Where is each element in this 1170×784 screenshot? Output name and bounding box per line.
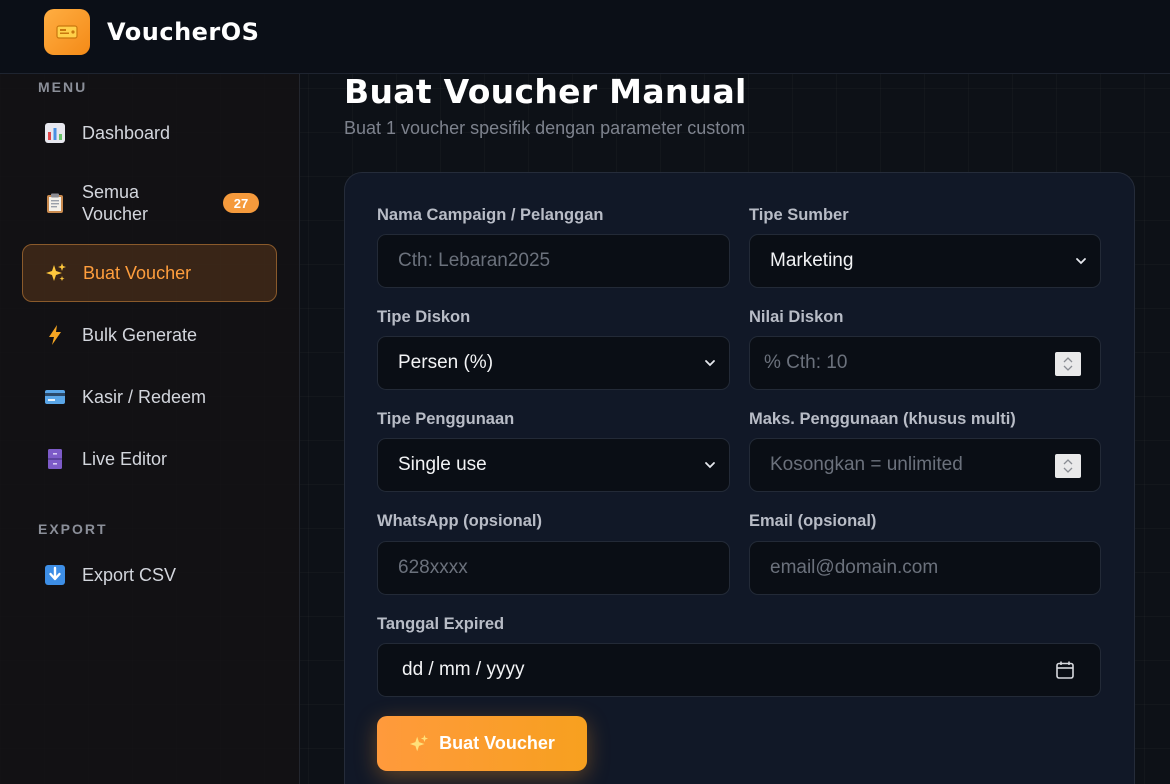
sidebar-item-cashier-redeem[interactable]: Kasir / Redeem	[22, 368, 277, 426]
campaign-label: Nama Campaign / Pelanggan	[377, 206, 604, 224]
app-logo[interactable]	[44, 9, 90, 55]
sidebar-item-all-vouchers[interactable]: Semua Voucher 27	[22, 174, 277, 232]
campaign-placeholder: Cth: Lebaran2025	[398, 250, 551, 271]
sidebar-item-label: Kasir / Redeem	[82, 387, 207, 407]
sidebar-item-label: Live Editor	[82, 449, 168, 469]
page-title: Buat Voucher Manual	[344, 72, 747, 111]
create-voucher-button-label: Buat Voucher	[439, 733, 555, 753]
lightning-icon	[44, 324, 66, 346]
whatsapp-input[interactable]: 628xxxx	[377, 541, 730, 595]
app-name: VoucherOS	[107, 18, 260, 46]
discount-type-label: Tipe Diskon	[377, 308, 471, 326]
chevron-up-icon[interactable]	[1063, 459, 1073, 465]
chevron-down-icon	[705, 462, 715, 469]
sidebar-item-export-csv[interactable]: Export CSV	[22, 546, 277, 604]
sidebar-item-label: Buat Voucher	[83, 263, 192, 283]
sidebar-item-dashboard[interactable]: Dashboard	[22, 104, 277, 162]
email-placeholder: email@domain.com	[770, 557, 939, 578]
source-type-value: Marketing	[770, 250, 854, 271]
ticket-icon	[56, 25, 78, 39]
usage-type-label: Tipe Penggunaan	[377, 410, 515, 428]
sidebar-item-label: Semua Voucher	[82, 182, 149, 224]
max-usage-label: Maks. Penggunaan (khusus multi)	[749, 410, 1016, 428]
sidebar-item-live-editor[interactable]: Live Editor	[22, 430, 277, 488]
campaign-input[interactable]: Cth: Lebaran2025	[377, 234, 730, 288]
page-subtitle: Buat 1 voucher spesifik dengan parameter…	[344, 118, 746, 138]
calendar-icon[interactable]	[1055, 660, 1075, 680]
expired-date-input[interactable]: dd / mm / yyyy	[377, 643, 1101, 697]
sidebar: MENU Dashboard Semua Voucher 27 Buat Vou…	[0, 74, 300, 784]
discount-value-label: Nilai Diskon	[749, 308, 844, 326]
source-type-select[interactable]: Marketing	[749, 234, 1101, 288]
chevron-down-icon[interactable]	[1063, 365, 1073, 371]
export-section-label: EXPORT	[38, 521, 108, 537]
number-stepper[interactable]	[1055, 352, 1081, 376]
discount-type-select[interactable]: Persen (%)	[377, 336, 730, 390]
file-cabinet-icon	[44, 448, 66, 470]
menu-section-label: MENU	[38, 79, 88, 95]
whatsapp-label: WhatsApp (opsional)	[377, 512, 542, 530]
email-label: Email (opsional)	[749, 512, 877, 530]
chevron-down-icon[interactable]	[1063, 467, 1073, 473]
voucher-count-badge: 27	[223, 193, 259, 213]
chevron-down-icon	[1076, 258, 1086, 265]
chevron-down-icon	[705, 360, 715, 367]
discount-type-value: Persen (%)	[398, 352, 494, 373]
usage-type-value: Single use	[398, 454, 487, 475]
whatsapp-placeholder: 628xxxx	[398, 557, 468, 578]
sparkles-icon	[409, 734, 429, 754]
usage-type-select[interactable]: Single use	[377, 438, 730, 492]
expired-date-label: Tanggal Expired	[377, 615, 505, 633]
sidebar-item-bulk-generate[interactable]: Bulk Generate	[22, 306, 277, 364]
download-arrow-icon	[44, 564, 66, 586]
max-usage-placeholder: Kosongkan = unlimited	[770, 454, 963, 475]
sidebar-item-create-voucher[interactable]: Buat Voucher	[22, 244, 277, 302]
max-usage-input[interactable]: Kosongkan = unlimited	[749, 438, 1101, 492]
discount-value-input[interactable]: % Cth: 10	[749, 336, 1101, 390]
sparkles-icon	[45, 262, 67, 284]
credit-card-icon	[44, 386, 66, 408]
top-bar: VoucherOS	[0, 0, 1170, 74]
number-stepper[interactable]	[1055, 454, 1081, 478]
chevron-up-icon[interactable]	[1063, 357, 1073, 363]
clipboard-icon	[44, 192, 66, 214]
bar-chart-icon	[44, 122, 66, 144]
create-voucher-button[interactable]: Buat Voucher	[377, 716, 587, 771]
source-type-label: Tipe Sumber	[749, 206, 849, 224]
expired-date-value: dd / mm / yyyy	[402, 659, 525, 680]
email-input[interactable]: email@domain.com	[749, 541, 1101, 595]
sidebar-item-label: Bulk Generate	[82, 325, 198, 345]
sidebar-item-label: Export CSV	[82, 565, 177, 585]
sidebar-item-label: Dashboard	[82, 123, 171, 143]
discount-value-placeholder: % Cth: 10	[764, 352, 848, 373]
